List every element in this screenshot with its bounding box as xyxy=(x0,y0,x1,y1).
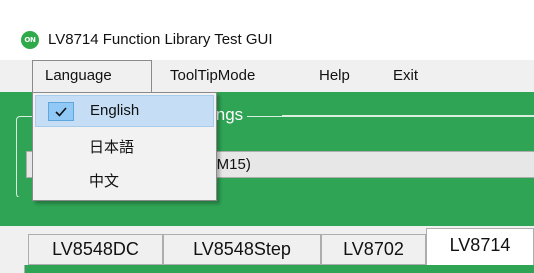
menu-bar: Language ToolTipMode Help Exit xyxy=(0,60,534,92)
menu-item-english[interactable]: English xyxy=(35,95,214,127)
tab-lv8714[interactable]: LV8714 xyxy=(426,228,534,265)
tab-lv8548step[interactable]: LV8548Step xyxy=(163,234,321,265)
menu-item-japanese[interactable]: 日本語 xyxy=(35,131,214,163)
language-dropdown-menu: English 日本語 中文 xyxy=(32,92,217,201)
menu-item-english-label: English xyxy=(90,102,140,119)
title-bar: ON LV8714 Function Library Test GUI xyxy=(0,0,534,60)
settings-group-title: ings xyxy=(212,102,248,128)
check-icon xyxy=(48,102,74,121)
menu-item-chinese[interactable]: 中文 xyxy=(35,165,214,197)
window-title: LV8714 Function Library Test GUI xyxy=(48,31,273,48)
tab-lv8548dc[interactable]: LV8548DC xyxy=(28,234,163,265)
app-logo-text: ON xyxy=(24,36,36,44)
app-window: ON LV8714 Function Library Test GUI Lang… xyxy=(0,0,534,273)
tab-panel xyxy=(24,265,534,273)
menu-help[interactable]: Help xyxy=(319,60,350,92)
tab-lv8702[interactable]: LV8702 xyxy=(321,234,426,265)
menu-tooltipmode[interactable]: ToolTipMode xyxy=(170,60,255,92)
settings-group-rule xyxy=(282,115,534,116)
menu-exit[interactable]: Exit xyxy=(393,60,418,92)
app-logo-icon: ON xyxy=(21,31,39,49)
menu-language[interactable]: Language xyxy=(32,60,152,92)
